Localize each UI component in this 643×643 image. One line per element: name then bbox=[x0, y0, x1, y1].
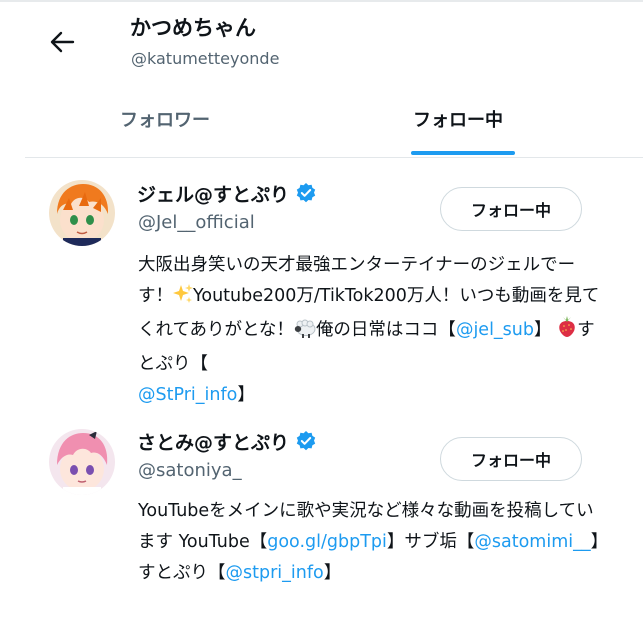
page-handle: @katumetteyonde bbox=[131, 49, 280, 68]
active-tab-indicator bbox=[411, 151, 515, 155]
following-button[interactable]: フォロー中 bbox=[440, 437, 582, 481]
sheep-emoji-icon bbox=[294, 318, 316, 349]
user-handle: @Jel__official bbox=[138, 212, 255, 233]
mention-link[interactable]: @satomimi__ bbox=[474, 532, 590, 552]
user-bio: 大阪出身笑いの天才最強エンターテイナーのジェルでーす！ Youtube200万/T… bbox=[138, 250, 608, 411]
following-screen: かつめちゃん @katumetteyonde フォロワー フォロー中 ジェル@す… bbox=[0, 0, 643, 643]
user-name[interactable]: さとみ@すとぷり bbox=[137, 428, 289, 455]
back-arrow-icon bbox=[50, 31, 75, 53]
sparkles-emoji-icon bbox=[173, 284, 193, 315]
mention-link[interactable]: @stpri_info bbox=[226, 563, 324, 583]
user-row[interactable]: ジェル@すとぷり @Jel__official フォロー中 大阪出身笑いの天才最… bbox=[0, 170, 643, 410]
pink-hair-character-avatar-icon bbox=[49, 429, 115, 495]
bio-text: 】 bbox=[237, 385, 255, 405]
user-handle: @satoniya_ bbox=[138, 460, 242, 481]
tab-divider bbox=[25, 157, 643, 158]
bio-text: 】 bbox=[534, 320, 552, 340]
bio-text: 俺の日常はココ【 bbox=[315, 320, 456, 340]
user-name-row: さとみ@すとぷり bbox=[137, 426, 317, 456]
orange-hair-character-avatar-icon bbox=[49, 180, 115, 246]
user-bio: YouTubeをメインに歌や実況など様々な動画を投稿しています YouTube【… bbox=[138, 496, 608, 589]
verified-badge-icon bbox=[296, 431, 316, 451]
user-name-row: ジェル@すとぷり bbox=[137, 178, 317, 208]
bio-text: 】 bbox=[323, 563, 342, 583]
strawberry-emoji-icon bbox=[557, 316, 577, 349]
top-border bbox=[0, 0, 643, 2]
mention-link[interactable]: @StPri_info bbox=[138, 385, 237, 405]
avatar[interactable] bbox=[49, 180, 115, 246]
bio-text: 】サブ垢【 bbox=[386, 532, 475, 552]
tab-following[interactable]: フォロー中 bbox=[413, 106, 503, 136]
page-title: かつめちゃん bbox=[130, 16, 256, 40]
following-button[interactable]: フォロー中 bbox=[440, 187, 582, 231]
user-row[interactable]: さとみ@すとぷり @satoniya_ フォロー中 YouTubeをメインに歌や… bbox=[0, 418, 643, 643]
back-button[interactable] bbox=[42, 24, 82, 60]
mention-link[interactable]: @jel_sub bbox=[456, 320, 534, 340]
tab-followers[interactable]: フォロワー bbox=[120, 106, 210, 136]
url-link[interactable]: goo.gl/gbpTpi bbox=[267, 532, 387, 552]
user-name[interactable]: ジェル@すとぷり bbox=[137, 180, 289, 207]
avatar[interactable] bbox=[49, 429, 115, 495]
verified-badge-icon bbox=[296, 183, 316, 203]
